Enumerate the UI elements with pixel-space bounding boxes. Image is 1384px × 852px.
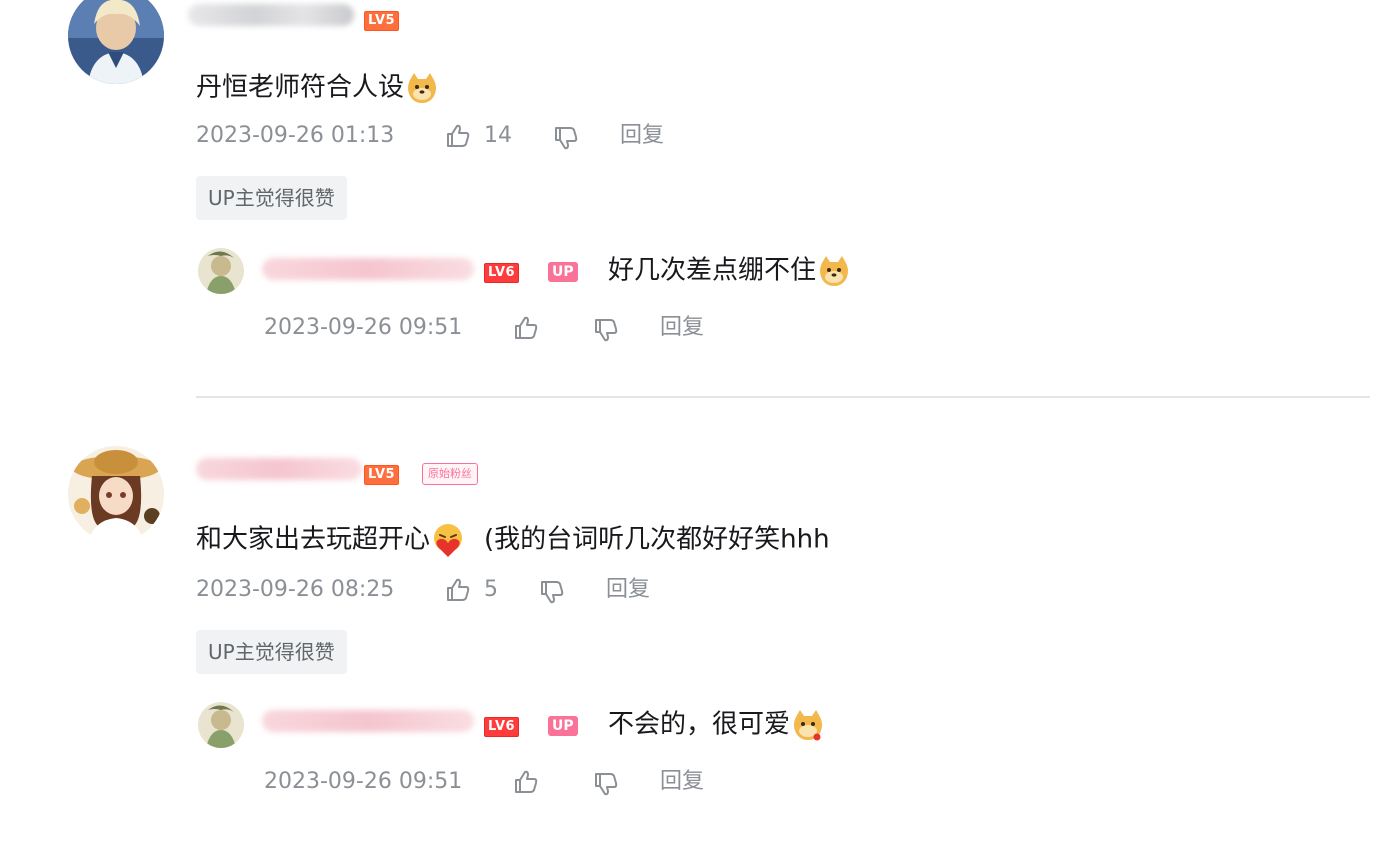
like-icon[interactable] <box>444 122 472 150</box>
level-badge: LV6 <box>484 263 520 283</box>
up-liked-tag: UP主觉得很赞 <box>196 176 347 220</box>
level-badge: LV5 <box>364 11 400 31</box>
reply-text: 不会的，很可爱 <box>608 707 826 743</box>
reply-button[interactable]: 回复 <box>606 576 650 604</box>
avatar[interactable] <box>68 446 164 542</box>
reply-username[interactable] <box>262 258 474 280</box>
level-badge: LV5 <box>364 465 400 485</box>
comment-content: 丹恒老师符合人设 <box>196 72 405 103</box>
up-liked-tag: UP主觉得很赞 <box>196 630 347 674</box>
comment-content-extra: (我的台词听几次都好好笑hhh <box>484 524 830 555</box>
level-badge: LV6 <box>484 717 520 737</box>
fan-badge: 原始粉丝 <box>422 463 478 485</box>
reply-button[interactable]: 回复 <box>620 122 664 150</box>
reply-text: 好几次差点绷不住 <box>608 253 852 289</box>
like-count: 14 <box>484 123 512 148</box>
reply-time: 2023-09-26 09:51 <box>264 769 463 794</box>
like-icon[interactable] <box>512 768 540 796</box>
dislike-icon[interactable] <box>592 770 620 798</box>
comment-text: 丹恒老师符合人设 <box>196 70 440 106</box>
comment-text: 和大家出去玩超开心 (我的台词听几次都好好笑hhh <box>196 522 830 558</box>
reply-button[interactable]: 回复 <box>660 314 704 342</box>
reply-button[interactable]: 回复 <box>660 768 704 796</box>
reply-content: 不会的，很可爱 <box>608 709 791 740</box>
dislike-icon[interactable] <box>552 124 580 152</box>
doge-emoji <box>816 253 852 289</box>
like-icon[interactable] <box>444 576 472 604</box>
comment-time: 2023-09-26 01:13 <box>196 123 395 148</box>
doge-emoji <box>790 707 826 743</box>
reply-time: 2023-09-26 09:51 <box>264 315 463 340</box>
heart-face-emoji <box>430 522 466 558</box>
up-badge: UP <box>548 262 578 282</box>
dislike-icon[interactable] <box>538 578 566 606</box>
reply-username[interactable] <box>262 710 474 732</box>
dislike-icon[interactable] <box>592 316 620 344</box>
avatar[interactable] <box>68 0 164 84</box>
comment-time: 2023-09-26 08:25 <box>196 577 395 602</box>
reply-avatar[interactable] <box>198 702 244 748</box>
username[interactable] <box>188 4 354 26</box>
like-icon[interactable] <box>512 314 540 342</box>
comment-content: 和大家出去玩超开心 <box>196 524 431 555</box>
reply-content: 好几次差点绷不住 <box>608 255 817 286</box>
up-badge: UP <box>548 716 578 736</box>
doge-emoji <box>404 70 440 106</box>
like-count: 5 <box>484 577 498 602</box>
comment-divider <box>196 396 1370 398</box>
username[interactable] <box>196 458 362 480</box>
reply-avatar[interactable] <box>198 248 244 294</box>
